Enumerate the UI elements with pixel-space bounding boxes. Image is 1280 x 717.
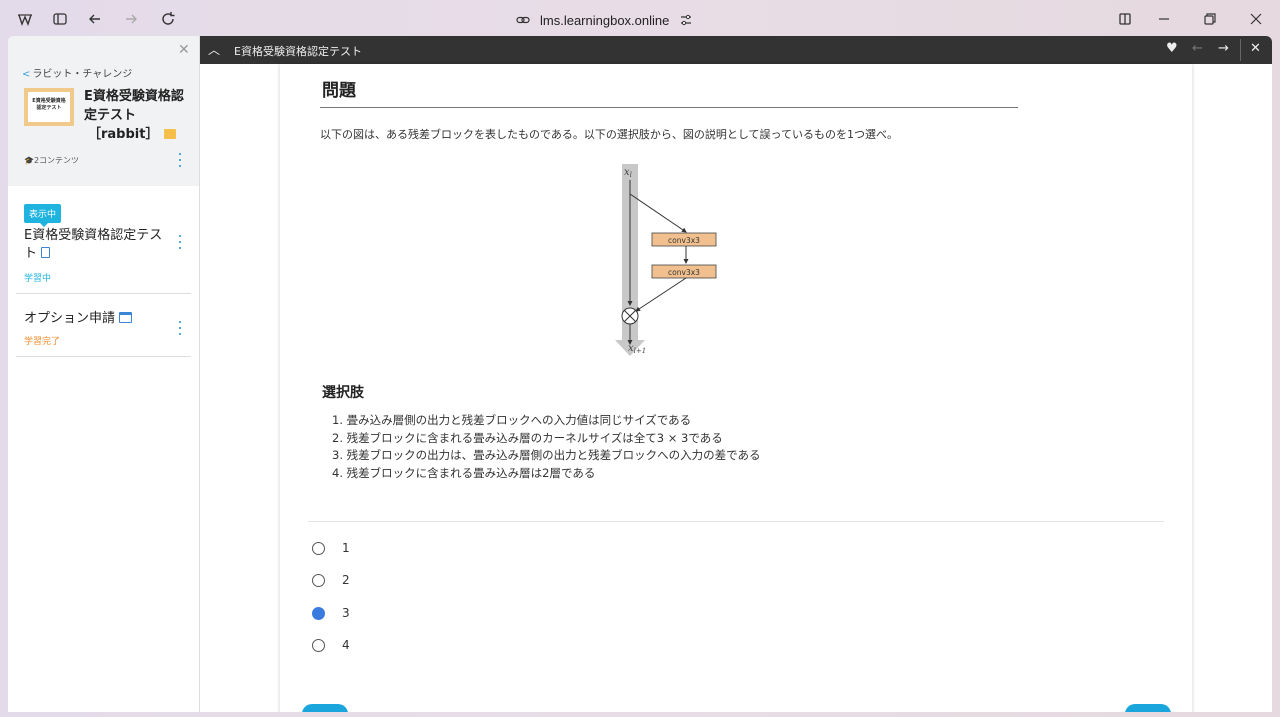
chevron-left-icon: <: [22, 69, 31, 80]
back-label[interactable]: ラビット・チャレンジ: [32, 69, 132, 80]
answer-option-1[interactable]: 1: [312, 540, 350, 556]
answer-option-3[interactable]: 3: [312, 605, 350, 621]
forward-arrow-icon[interactable]: [120, 8, 142, 30]
course-sidebar: ✕ < ラビット・チャレンジ E資格受験資格 認定テスト E資格受験資格認 定テス…: [8, 36, 200, 712]
sidebar-item-test[interactable]: E資格受験資格認定テス ト: [24, 227, 162, 263]
window-icon: [119, 312, 133, 323]
minimize-icon[interactable]: [1153, 8, 1175, 30]
heart-icon[interactable]: ♥: [1166, 41, 1178, 56]
divider: [16, 293, 191, 294]
sidebar-item-option[interactable]: オプション申請: [24, 310, 133, 328]
item-menu-icon[interactable]: [177, 235, 183, 249]
option-label[interactable]: 2: [342, 573, 350, 587]
choice-item: 1. 畳み込み層側の出力と残差ブロックへの入力値は同じサイズである: [332, 413, 692, 427]
content-count-text: 2コンテンツ: [33, 156, 80, 165]
divider: [16, 356, 191, 357]
url-text[interactable]: lms.learningbox.online: [540, 13, 669, 28]
course-thumbnail: E資格受験資格 認定テスト: [24, 88, 74, 126]
course-menu-icon[interactable]: [177, 153, 183, 167]
heading-rule: [320, 107, 1018, 108]
course-title-line1: E資格受験資格認: [84, 89, 184, 104]
question-heading: 問題: [322, 81, 356, 101]
options-separator: [308, 521, 1164, 522]
sidebar-item-option-title[interactable]: オプション申請: [24, 311, 115, 326]
sidebar-item-title-line2[interactable]: ト: [24, 246, 37, 261]
radio-button[interactable]: [312, 573, 325, 587]
radio-button-selected[interactable]: [312, 606, 325, 620]
separator: [1240, 39, 1241, 61]
conv2-label: conv3x3: [668, 268, 700, 277]
conv1-label: conv3x3: [668, 236, 700, 245]
item-status-complete: 学習完了: [24, 337, 61, 347]
split-view-icon[interactable]: [1114, 8, 1136, 30]
choice-item: 3. 残差ブロックの出力は、畳み込み層側の出力と残差ブロックへの入力の差である: [332, 448, 761, 462]
answer-option-2[interactable]: 2: [312, 572, 350, 588]
close-icon[interactable]: ✕: [1250, 41, 1261, 56]
content-area: 問題 以下の図は、ある残差ブロックを表したものである。以下の選択肢から、図の説明…: [200, 64, 1272, 712]
browser-window: ✕ < ラビット・チャレンジ E資格受験資格 認定テスト E資格受験資格認 定テス…: [8, 36, 1272, 712]
reload-icon[interactable]: [157, 8, 179, 30]
next-question-button[interactable]: [1125, 704, 1171, 712]
current-badge: 表示中: [24, 204, 62, 227]
collapse-caret-icon[interactable]: ︿: [208, 41, 220, 58]
answer-option-4[interactable]: 4: [312, 637, 350, 653]
browser-toolbar: lms.learningbox.online: [0, 0, 1280, 38]
choices-heading: 選択肢: [322, 385, 364, 401]
thumb-text-2: 認定テスト: [36, 105, 62, 111]
address-bar[interactable]: lms.learningbox.online: [516, 10, 693, 30]
radio-button[interactable]: [312, 541, 325, 555]
back-arrow-icon[interactable]: [84, 8, 106, 30]
restore-icon[interactable]: [1199, 8, 1221, 30]
sidebar-item-title-line1[interactable]: E資格受験資格認定テス: [24, 227, 162, 245]
course-title-line3: ［rabbit］: [88, 127, 159, 142]
choice-item: 4. 残差ブロックに含まれる畳み込み層は2層である: [332, 465, 596, 480]
graduation-cap-icon: 🎓: [24, 156, 34, 165]
radio-button[interactable]: [312, 638, 325, 652]
content-count: 🎓2コンテンツ: [24, 155, 79, 166]
link-icon: [516, 16, 530, 24]
course-title: E資格受験資格認 定テスト ［rabbit］: [84, 87, 188, 144]
prev-arrow-icon[interactable]: ←: [1192, 41, 1203, 56]
question-card: 問題 以下の図は、ある残差ブロックを表したものである。以下の選択肢から、図の説明…: [280, 64, 1192, 712]
input-to-conv-line: [629, 193, 687, 233]
choice-item: 2. 残差ブロックに含まれる畳み込み層のカーネルサイズは全て3 × 3である: [332, 430, 723, 445]
option-label[interactable]: 1: [342, 541, 350, 555]
browser-logo-icon[interactable]: [14, 8, 36, 30]
sidebar-close-icon[interactable]: ✕: [178, 42, 190, 58]
back-to-course-link[interactable]: < ラビット・チャレンジ: [22, 65, 132, 80]
app-icon: [18, 14, 32, 26]
course-title-line2: 定テスト: [84, 108, 137, 123]
sidebar-toggle-icon[interactable]: [49, 8, 71, 30]
content-title: E資格受験資格認定テスト: [234, 45, 362, 58]
question-text: 以下の図は、ある残差ブロックを表したものである。以下の選択肢から、図の説明として…: [320, 128, 899, 141]
choices-list: 1. 畳み込み層側の出力と残差ブロックへの入力値は同じサイズである 2. 残差ブ…: [332, 412, 761, 482]
site-settings-icon[interactable]: [679, 13, 693, 27]
folder-icon: [164, 129, 177, 139]
option-label[interactable]: 4: [342, 638, 350, 652]
item-status-learning: 学習中: [24, 274, 52, 284]
document-icon: [41, 247, 51, 258]
thumb-text-1: E資格受験資格: [32, 98, 66, 104]
prev-question-button[interactable]: [302, 704, 348, 712]
item-menu-icon[interactable]: [177, 321, 183, 335]
next-arrow-icon[interactable]: →: [1218, 41, 1229, 56]
option-label[interactable]: 3: [342, 606, 350, 620]
residual-block-diagram: xl conv3x3 conv3x3 xl+1: [615, 164, 717, 356]
close-window-icon[interactable]: [1245, 8, 1267, 30]
content-header-bar: ︿ E資格受験資格認定テスト ♥ ← → ✕: [200, 36, 1272, 64]
sidebar-header: ✕ < ラビット・チャレンジ E資格受験資格 認定テスト E資格受験資格認 定テス…: [8, 36, 199, 186]
conv-to-sum-line: [635, 277, 687, 312]
